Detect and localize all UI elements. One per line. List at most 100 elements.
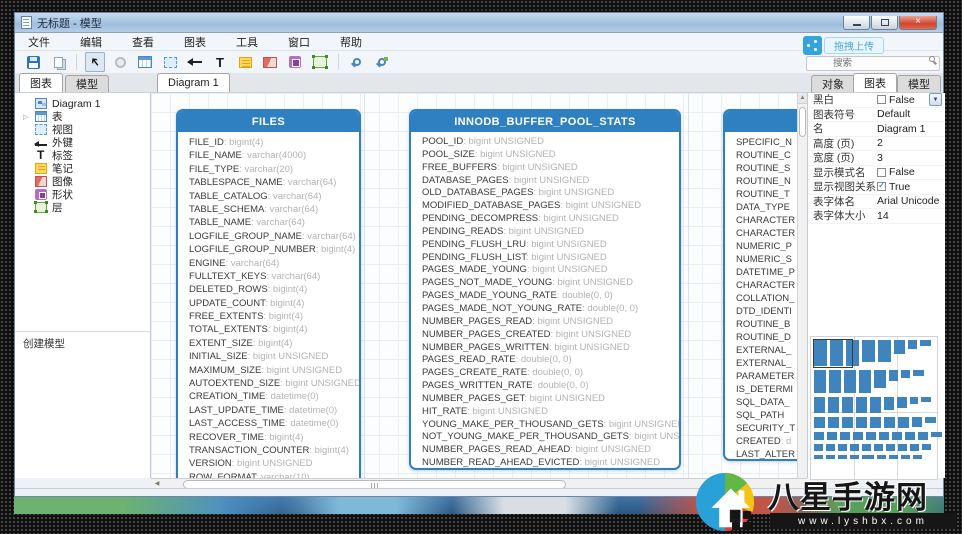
tree-item[interactable]: 视图 (21, 123, 150, 136)
circle-tool-icon[interactable] (110, 52, 130, 72)
tree-item[interactable]: 形状 (21, 188, 150, 201)
menu-item[interactable]: 工具 (233, 33, 261, 51)
column-name: NUMBER_READ_AHEAD_EVICTED (422, 457, 579, 468)
table-title[interactable] (725, 111, 807, 132)
column-type: : bigint UNSIGNED (538, 213, 619, 224)
minimap-table-rect (874, 444, 883, 451)
property-row[interactable]: 名Diagram 1 (808, 122, 945, 137)
property-row[interactable]: 宽度 (页)3 (808, 151, 945, 166)
property-row[interactable]: 高度 (页)2 (808, 137, 945, 152)
minimap[interactable] (810, 336, 938, 480)
column-name: PAGES_MADE_YOUNG (422, 264, 527, 275)
property-value: 14 (877, 210, 942, 222)
find-diagram-icon[interactable] (372, 52, 392, 72)
minimap-table-rect (828, 417, 839, 428)
dropdown-button[interactable]: ▼ (929, 93, 942, 106)
title-bar[interactable]: 无标题 - 模型 × (15, 13, 943, 33)
canvas-tab-diagram1[interactable]: Diagram 1 (157, 73, 230, 92)
layer-icon[interactable] (310, 52, 330, 72)
column-name: SQL_PATH (736, 410, 784, 420)
drag-upload-button[interactable]: 拖拽上传 (824, 37, 884, 54)
column-name: POOL_SIZE (422, 149, 475, 160)
property-row[interactable]: 表字体名Arial Unicode MS (808, 195, 945, 210)
table-title[interactable]: INNODB_BUFFER_POOL_STATS (411, 111, 679, 132)
table-column-row: DATA_TYPE (725, 199, 807, 212)
table-column-row: NUMBER_PAGES_CREATED: bigint UNSIGNED (411, 327, 679, 340)
note-icon[interactable] (235, 52, 255, 72)
db-table-innodb-buffer-pool-stats[interactable]: INNODB_BUFFER_POOL_STATS POOL_ID: bigint… (409, 109, 681, 470)
table-column-row: HIT_RATE: bigint UNSIGNED (411, 404, 679, 417)
minimize-button[interactable] (843, 16, 870, 30)
column-name: PAGES_MADE_YOUNG_RATE (422, 290, 557, 301)
column-name: PAGES_CREATE_RATE (422, 367, 527, 378)
tree-item[interactable]: ▷表 (21, 110, 150, 123)
tree-item[interactable]: 图像 (21, 175, 150, 188)
panel-tab-diagram[interactable]: 图表 (853, 73, 897, 92)
sidebar-tab-model[interactable]: 模型 (65, 75, 109, 92)
save-icon[interactable] (23, 52, 43, 72)
panel-tab-model[interactable]: 模型 (897, 75, 941, 92)
checkbox-icon[interactable] (877, 182, 886, 191)
maximize-button[interactable] (871, 16, 898, 30)
fk-icon[interactable] (185, 52, 205, 72)
tree-item[interactable]: 层 (21, 201, 150, 214)
cursor-tool-icon[interactable]: ➔ (85, 52, 105, 72)
table-column-row: DATABASE_PAGES: bigint UNSIGNED (411, 173, 679, 186)
menu-item[interactable]: 文件 (25, 33, 53, 51)
find-model-icon[interactable] (347, 52, 367, 72)
checkbox-icon[interactable] (877, 95, 886, 104)
view-icon[interactable] (160, 52, 180, 72)
column-name: LAST_ACCESS_TIME (189, 418, 285, 428)
table-column-row: VERSION: bigint UNSIGNED (178, 455, 359, 468)
search-input[interactable] (806, 56, 940, 71)
db-table-files[interactable]: FILES FILE_ID: bigint(4)FILE_NAME: varch… (176, 109, 361, 478)
table-column-row: FULLTEXT_KEYS: varchar(64) (178, 268, 359, 281)
table-column-row: TABLE_NAME: varchar(64) (178, 214, 359, 227)
panel-tab-object[interactable]: 对象 (811, 75, 855, 92)
expander-icon[interactable]: ▷ (23, 113, 28, 121)
table-column-row: NOT_YOUNG_MAKE_PER_THOUSAND_GETS: bigint… (411, 429, 679, 442)
property-value-text: 2 (877, 137, 883, 149)
column-type: : double(0, 0) (527, 367, 583, 378)
label-icon[interactable]: T (210, 52, 230, 72)
column-name: MAXIMUM_SIZE (189, 365, 261, 375)
tree-item[interactable]: 笔记 (21, 162, 150, 175)
menu-item[interactable]: 窗口 (285, 33, 313, 51)
column-name: EXTERNAL_ (736, 345, 791, 355)
close-button[interactable]: × (899, 16, 937, 30)
property-row[interactable]: 黑白False▼ (808, 93, 945, 108)
sidebar-tab-diagram[interactable]: 图表 (19, 73, 63, 92)
property-value: Default (877, 108, 942, 120)
minimap-table-rect (862, 340, 875, 362)
vertical-scroll-thumb[interactable] (799, 107, 806, 137)
image-icon[interactable] (260, 52, 280, 72)
db-table-routines[interactable]: SPECIFIC_NROUTINE_CROUTINE_SROUTINE_NROU… (723, 109, 807, 461)
create-model-section[interactable]: 创建模型 (15, 331, 150, 351)
menu-item[interactable]: 图表 (181, 33, 209, 51)
shape-icon[interactable] (285, 52, 305, 72)
table-column-row: ROUTINE_B (725, 316, 807, 329)
column-name: SPECIFIC_N (736, 137, 792, 147)
minimap-viewport[interactable] (813, 339, 853, 368)
checkbox-icon[interactable] (877, 168, 886, 177)
property-row[interactable]: 表字体大小14 (808, 209, 945, 224)
diagram-canvas[interactable]: FILES FILE_ID: bigint(4)FILE_NAME: varch… (151, 93, 807, 478)
menu-item[interactable]: 编辑 (77, 33, 105, 51)
menu-item[interactable]: 帮助 (337, 33, 365, 51)
scroll-up-icon[interactable]: ▲ (798, 93, 807, 104)
property-row[interactable]: 显示视图关系True (808, 180, 945, 195)
tree-item[interactable]: Diagram 1 (21, 97, 150, 110)
property-row[interactable]: 图表符号Default (808, 108, 945, 123)
minimap-table-rect (842, 397, 853, 413)
property-row[interactable]: 显示模式名False (808, 166, 945, 181)
tree-item-label: 层 (52, 200, 63, 215)
column-name: CREATION_TIME (189, 391, 265, 401)
table-icon[interactable] (135, 52, 155, 72)
vertical-scrollbar[interactable]: ▲ (797, 93, 807, 478)
copy-icon[interactable] (48, 52, 68, 72)
column-type: : bigint UNSIGNED (509, 175, 590, 186)
table-title[interactable]: FILES (178, 111, 359, 132)
tree-item[interactable]: 标签 (21, 149, 150, 162)
menu-item[interactable]: 查看 (129, 33, 157, 51)
search-icon[interactable] (929, 56, 935, 62)
